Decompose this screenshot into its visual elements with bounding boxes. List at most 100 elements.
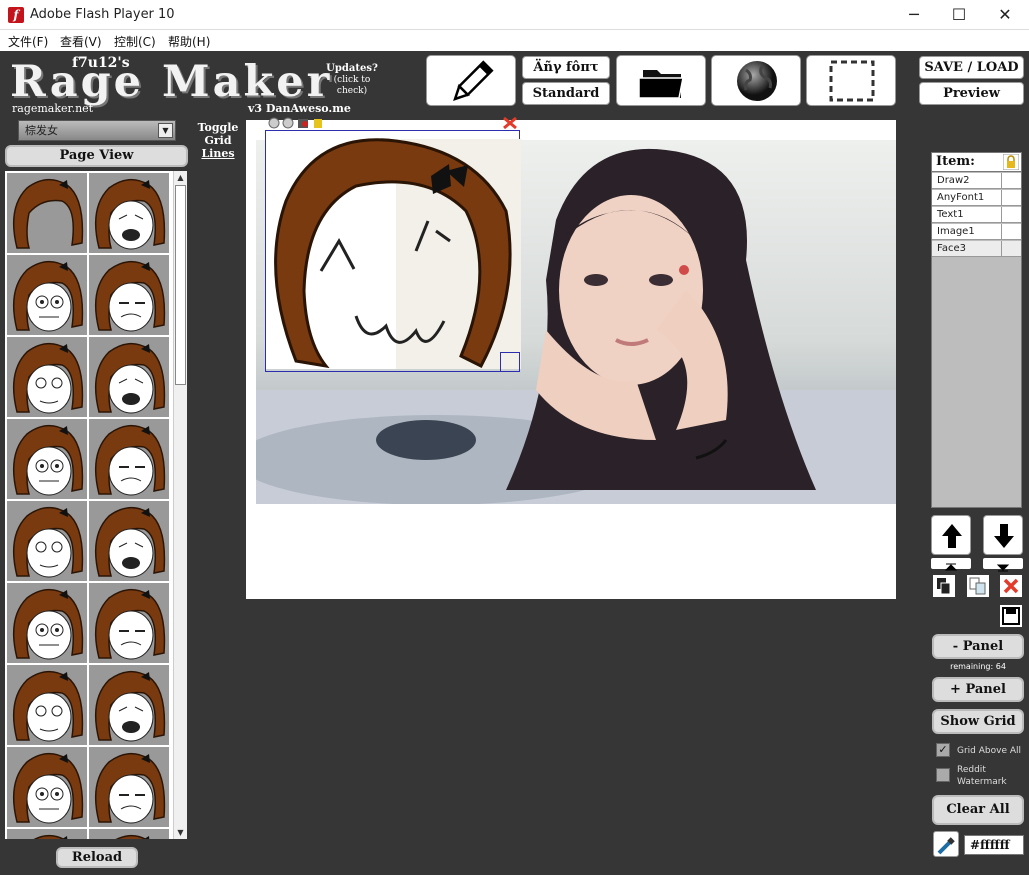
list-item[interactable]: Face3 bbox=[932, 241, 1021, 257]
background-color-input[interactable]: #ffffff bbox=[964, 835, 1024, 855]
dropdown-arrow-icon[interactable]: ▼ bbox=[158, 123, 173, 138]
draw-tool-button[interactable] bbox=[426, 55, 516, 106]
open-image-button[interactable] bbox=[616, 55, 706, 106]
face-thumbnail[interactable] bbox=[89, 501, 169, 581]
list-item[interactable]: Draw2 bbox=[932, 173, 1021, 189]
copy-icon bbox=[933, 575, 955, 597]
to-top-icon bbox=[944, 563, 958, 571]
move-to-bottom-button[interactable] bbox=[983, 558, 1023, 572]
logo-byline: f7u12's bbox=[72, 55, 130, 71]
duplicate-icon bbox=[967, 575, 989, 597]
window-title: Adobe Flash Player 10 bbox=[30, 7, 175, 22]
maximize-button[interactable]: ☐ bbox=[936, 0, 982, 30]
list-item[interactable]: Text1 bbox=[932, 207, 1021, 223]
item-label: Text1 bbox=[937, 209, 964, 220]
reload-button[interactable]: Reload bbox=[56, 847, 138, 868]
face-thumbnail[interactable] bbox=[89, 173, 169, 253]
flash-icon: f bbox=[8, 7, 24, 23]
face-thumbnail[interactable] bbox=[7, 747, 87, 827]
delete-button[interactable] bbox=[1000, 575, 1022, 597]
face-thumbnail[interactable] bbox=[89, 255, 169, 335]
face-thumbnail[interactable] bbox=[7, 665, 87, 745]
delete-icon bbox=[1000, 575, 1022, 597]
lock-icon[interactable] bbox=[1003, 154, 1019, 170]
show-grid-button[interactable]: Show Grid bbox=[932, 709, 1024, 734]
menu-help[interactable]: 帮助(H) bbox=[168, 33, 210, 50]
web-image-button[interactable] bbox=[711, 55, 801, 106]
face-thumbnail[interactable] bbox=[7, 173, 87, 253]
marquee-icon bbox=[829, 60, 875, 102]
logo[interactable]: Rage Maker bbox=[10, 57, 332, 107]
move-to-top-button[interactable] bbox=[931, 558, 971, 571]
toggle-grid-lines[interactable]: Toggle Grid Lines bbox=[196, 121, 240, 160]
updates-title: Updates? bbox=[326, 63, 378, 74]
item-label: Draw2 bbox=[937, 175, 970, 186]
scroll-up-icon[interactable]: ▲ bbox=[174, 171, 187, 184]
site-link[interactable]: ragemaker.net bbox=[12, 102, 93, 115]
folder-icon bbox=[638, 70, 684, 99]
arrow-down-icon bbox=[994, 524, 1014, 548]
resize-handle[interactable] bbox=[500, 352, 520, 372]
move-down-button[interactable] bbox=[983, 515, 1023, 555]
delete-item-icon[interactable] bbox=[502, 116, 518, 130]
globe-icon bbox=[737, 61, 777, 101]
category-value: 棕发女 bbox=[25, 124, 58, 137]
clear-all-button[interactable]: Clear All bbox=[932, 795, 1024, 825]
face-thumbnail[interactable] bbox=[7, 255, 87, 335]
lock-item-icon[interactable] bbox=[314, 119, 322, 128]
face-thumbnail[interactable] bbox=[7, 419, 87, 499]
selected-face-item[interactable] bbox=[265, 130, 521, 372]
comic-canvas[interactable] bbox=[246, 116, 896, 599]
menu-view[interactable]: 查看(V) bbox=[60, 33, 102, 50]
list-item[interactable]: Image1 bbox=[932, 224, 1021, 240]
face-category-select[interactable]: 棕发女 ▼ bbox=[18, 120, 176, 141]
reddit-watermark-checkbox[interactable] bbox=[936, 768, 950, 782]
menu-control[interactable]: 控制(C) bbox=[114, 33, 156, 50]
updates-sub: (click to check) bbox=[333, 75, 371, 96]
save-item-button[interactable] bbox=[1000, 605, 1022, 627]
face-thumbnail[interactable] bbox=[89, 747, 169, 827]
page-view-button[interactable]: Page View bbox=[5, 145, 188, 167]
add-panel-button[interactable]: + Panel bbox=[932, 677, 1024, 702]
face-thumbnail[interactable] bbox=[7, 829, 87, 839]
rotate-right-icon[interactable] bbox=[282, 117, 294, 129]
list-item[interactable]: AnyFont1 bbox=[932, 190, 1021, 206]
face-thumbnail[interactable] bbox=[7, 337, 87, 417]
face-thumbnail[interactable] bbox=[7, 501, 87, 581]
rotate-left-icon[interactable] bbox=[268, 117, 280, 129]
to-bottom-icon bbox=[996, 564, 1010, 572]
rage-face-image bbox=[266, 138, 521, 369]
duplicate-button[interactable] bbox=[967, 575, 989, 597]
item-mini-toolbar bbox=[268, 115, 348, 129]
face-thumbnail[interactable] bbox=[89, 829, 169, 839]
save-load-button[interactable]: SAVE / LOAD bbox=[919, 56, 1024, 79]
preview-button[interactable]: Preview bbox=[919, 82, 1024, 105]
scroll-down-icon[interactable]: ▼ bbox=[174, 826, 187, 839]
remove-panel-button[interactable]: - Panel bbox=[932, 634, 1024, 659]
gallery-scrollbar[interactable]: ▲ ▼ bbox=[173, 171, 187, 839]
color-picker-button[interactable] bbox=[933, 831, 959, 857]
close-button[interactable]: ✕ bbox=[982, 0, 1028, 30]
face-thumbnail[interactable] bbox=[89, 583, 169, 663]
face-thumbnail[interactable] bbox=[89, 665, 169, 745]
eyedropper-icon bbox=[937, 837, 955, 855]
face-thumbnail[interactable] bbox=[89, 337, 169, 417]
toggle-grid-line1: Toggle bbox=[197, 121, 239, 134]
menu-file[interactable]: 文件(F) bbox=[8, 33, 48, 50]
item-list: Item: Draw2 AnyFont1 Text1 Image1 Face3 bbox=[931, 152, 1022, 508]
updates-link[interactable]: Updates? (click to check) bbox=[322, 63, 382, 97]
scroll-thumb[interactable] bbox=[175, 185, 186, 385]
pencil-icon bbox=[453, 60, 494, 101]
select-region-button[interactable] bbox=[806, 55, 896, 106]
move-up-button[interactable] bbox=[931, 515, 971, 555]
face-thumbnail[interactable] bbox=[89, 419, 169, 499]
fancy-font-button[interactable]: Äñγ fôπτ bbox=[522, 56, 610, 79]
copy-button[interactable] bbox=[933, 575, 955, 597]
standard-font-button[interactable]: Standard bbox=[522, 82, 610, 105]
reddit-watermark-label: Reddit Watermark bbox=[957, 765, 1007, 787]
minimize-button[interactable]: ─ bbox=[891, 0, 937, 30]
face-thumbnail[interactable] bbox=[7, 583, 87, 663]
version-label[interactable]: v3 DanAweso.me bbox=[248, 102, 351, 115]
grid-above-all-checkbox[interactable]: ✓ bbox=[936, 743, 950, 757]
item-list-header: Item: bbox=[932, 153, 1021, 172]
